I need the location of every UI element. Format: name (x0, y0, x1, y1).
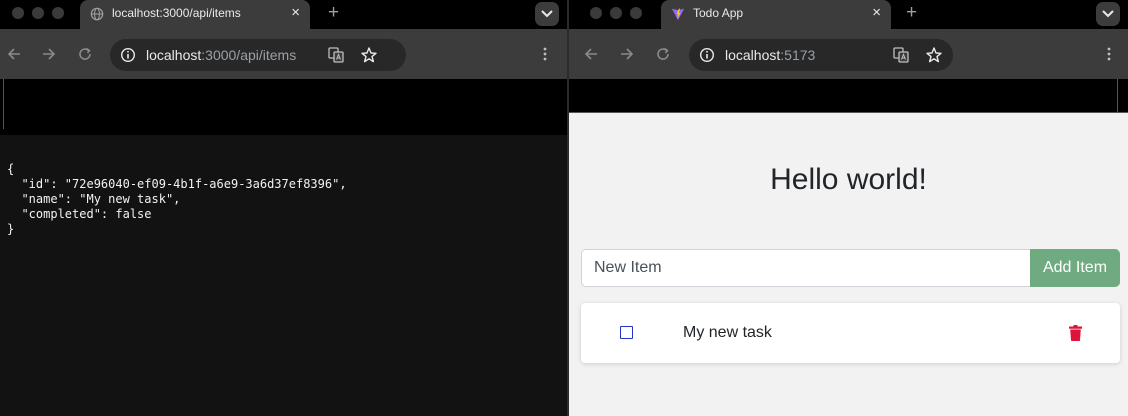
json-response: { "id": "72e96040-ef09-4b1f-a6e9-3a6d37e… (7, 162, 347, 236)
reload-icon[interactable] (77, 46, 93, 62)
todo-checkbox[interactable] (620, 326, 633, 339)
url-text[interactable]: localhost:3000/api/items (146, 47, 296, 63)
tab-strip: localhost:3000/api/items × + (0, 0, 567, 29)
url-text[interactable]: localhost:5173 (725, 47, 815, 63)
window-minimize-dot[interactable] (610, 7, 622, 19)
tab-strip: Todo App × + (569, 0, 1128, 29)
window-minimize-dot[interactable] (32, 7, 44, 19)
chevron-down-icon (1102, 10, 1114, 18)
menu-kebab-icon[interactable] (537, 46, 553, 62)
tab-search-button[interactable] (1096, 2, 1120, 26)
json-viewer: { "id": "72e96040-ef09-4b1f-a6e9-3a6d37e… (0, 135, 567, 416)
browser-toolbar: localhost:3000/api/items (0, 29, 567, 79)
window-zoom-dot[interactable] (630, 7, 642, 19)
translate-icon[interactable] (328, 47, 344, 63)
back-arrow-icon[interactable] (583, 46, 599, 62)
url-path: :3000/api/items (201, 47, 297, 63)
url-host: localhost (146, 47, 202, 63)
browser-window-right: Todo App × + localhost:5173 Hello world!… (569, 0, 1128, 416)
devtools-placeholder (0, 79, 567, 135)
forward-arrow-icon[interactable] (619, 46, 635, 62)
todo-app-page: Hello world! Add Item My new task (569, 113, 1128, 416)
translate-icon[interactable] (893, 47, 909, 63)
vite-logo-icon (671, 7, 685, 21)
page-title: Hello world! (770, 163, 927, 196)
add-item-button[interactable]: Add Item (1030, 249, 1120, 287)
globe-icon (90, 7, 104, 21)
todo-item: My new task (581, 303, 1120, 363)
info-icon[interactable] (699, 47, 715, 63)
star-icon[interactable] (360, 46, 378, 64)
tab-todo-app[interactable]: Todo App × (661, 0, 891, 29)
tab-title: localhost:3000/api/items (112, 6, 241, 20)
browser-toolbar: localhost:5173 (569, 29, 1128, 79)
new-item-input[interactable] (581, 249, 1031, 287)
url-host: localhost (725, 47, 781, 63)
todo-item-name: My new task (683, 324, 772, 341)
address-bar[interactable]: localhost:3000/api/items (110, 39, 406, 71)
tab-close-icon[interactable]: × (291, 4, 300, 22)
tab-search-button[interactable] (535, 2, 559, 26)
url-port: :5173 (780, 47, 816, 63)
new-tab-icon[interactable]: + (906, 3, 917, 23)
forward-arrow-icon[interactable] (41, 46, 57, 62)
trash-icon[interactable] (1069, 325, 1082, 341)
tab-api-items[interactable]: localhost:3000/api/items × (80, 0, 310, 29)
tab-title: Todo App (693, 6, 744, 20)
info-icon[interactable] (120, 47, 136, 63)
new-tab-icon[interactable]: + (328, 3, 339, 23)
window-zoom-dot[interactable] (52, 7, 64, 19)
window-close-dot[interactable] (590, 7, 602, 19)
reload-icon[interactable] (655, 46, 671, 62)
tab-close-icon[interactable]: × (872, 4, 881, 22)
browser-window-left: localhost:3000/api/items × + localhost:3… (0, 0, 567, 416)
devtools-placeholder (569, 79, 1128, 113)
chevron-down-icon (541, 10, 553, 18)
address-bar[interactable]: localhost:5173 (689, 39, 953, 71)
window-close-dot[interactable] (12, 7, 24, 19)
menu-kebab-icon[interactable] (1101, 46, 1117, 62)
star-icon[interactable] (925, 46, 943, 64)
back-arrow-icon[interactable] (6, 46, 22, 62)
